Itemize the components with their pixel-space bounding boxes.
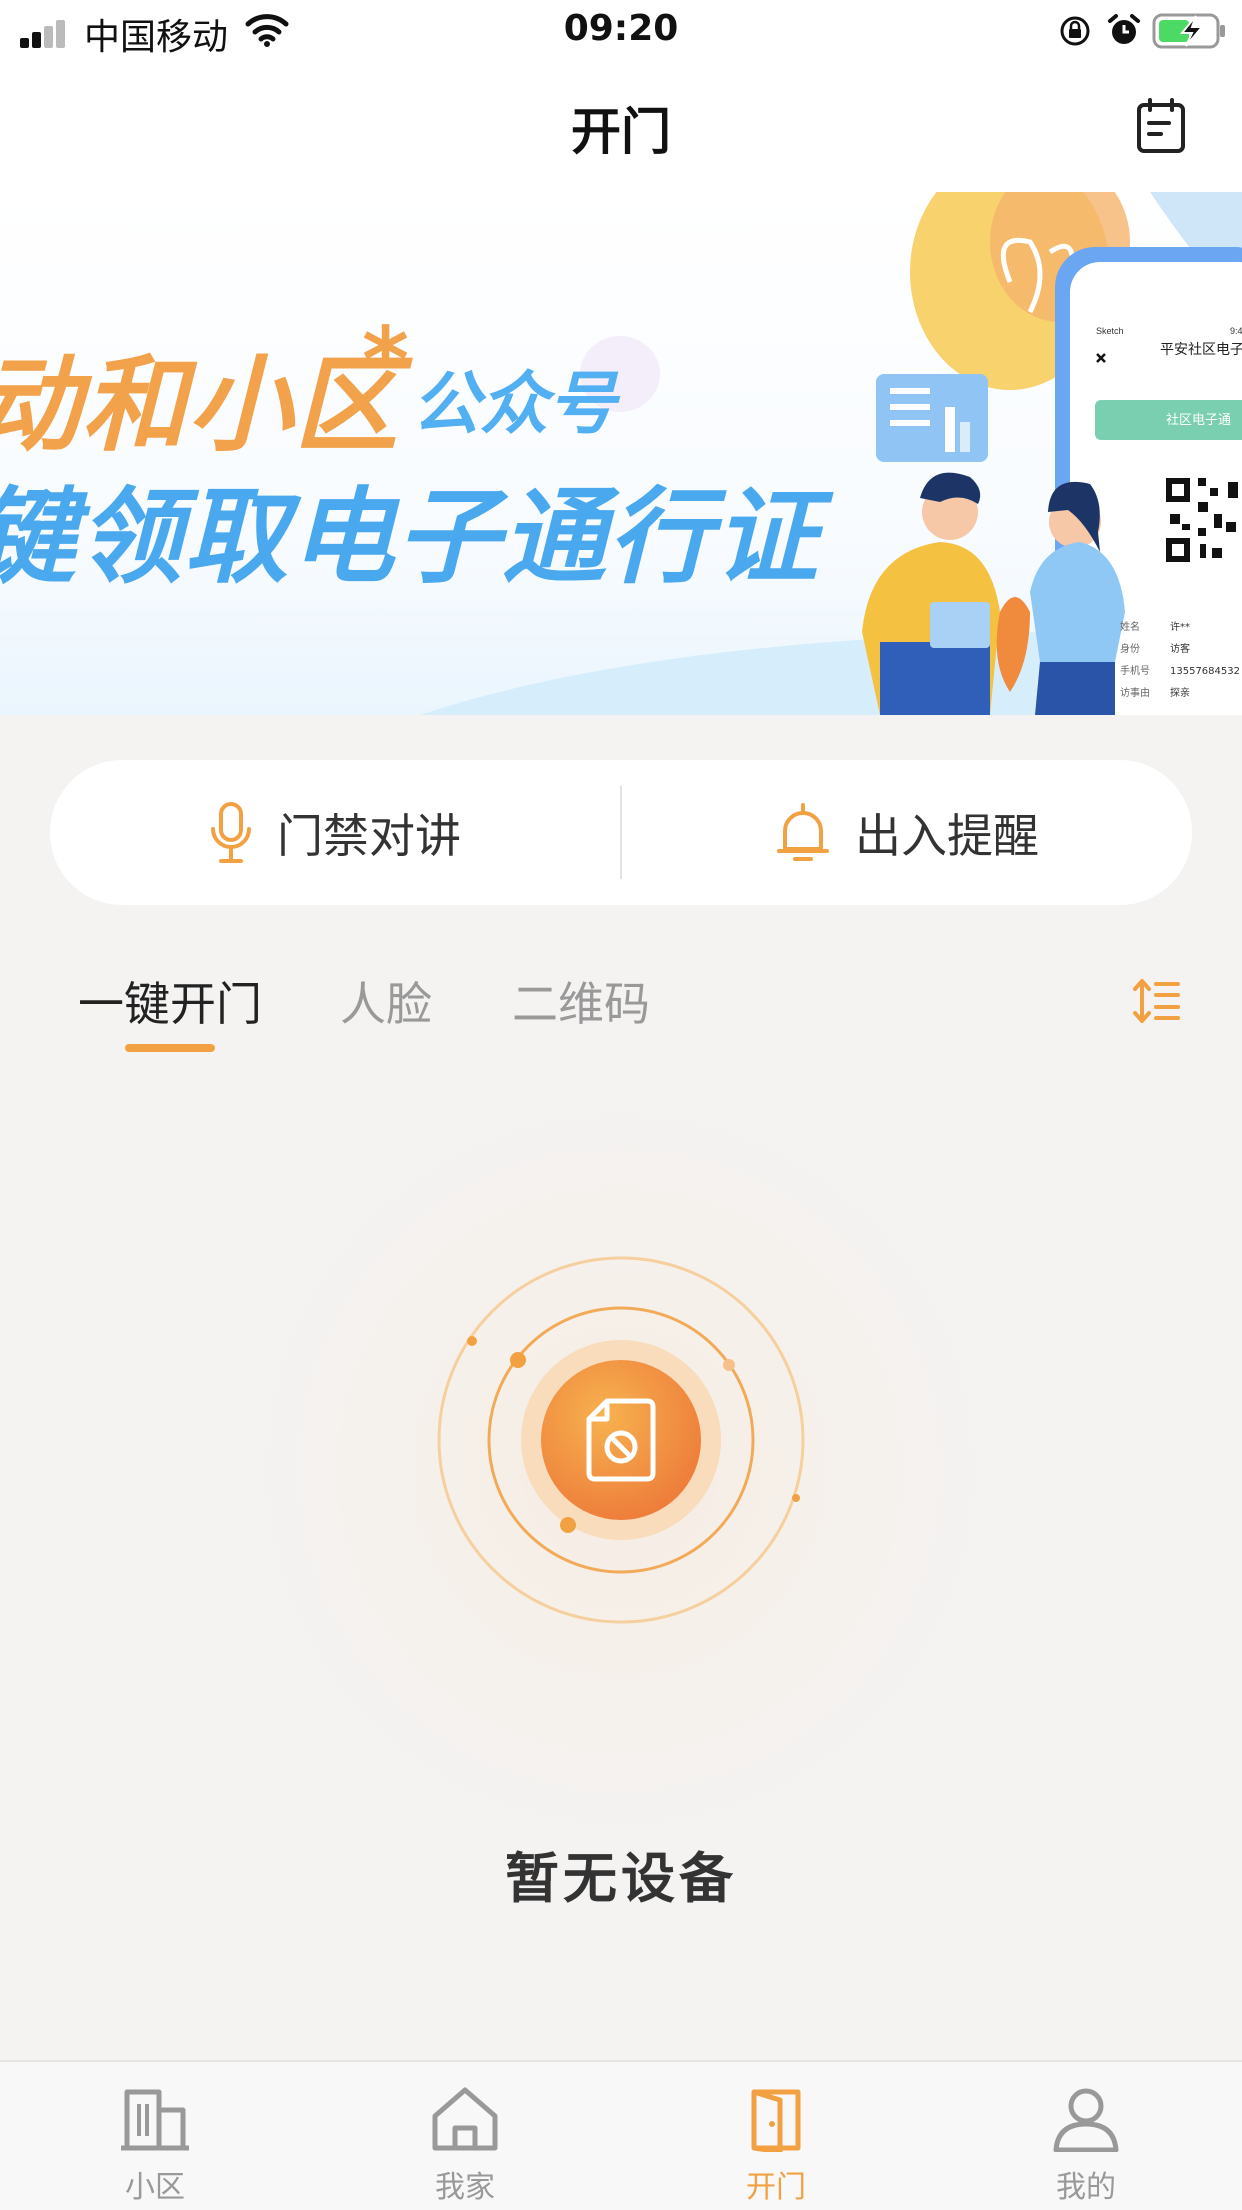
bottom-nav: 小区 我家 开门 我的 (0, 2060, 1242, 2210)
phone-field-value: 许** (1170, 621, 1190, 633)
phone-bar-text: 社区电子通 (1166, 412, 1231, 428)
banner-headline-1-suffix: 公众号 (412, 365, 617, 444)
promo-banner[interactable]: Sketch 9:41 AM 平安社区电子通 社区电子通 姓名 许** 身份 访… (0, 192, 1242, 715)
sort-icon[interactable] (1132, 976, 1182, 1026)
empty-state-text: 暂无设备 (505, 1847, 737, 1910)
phone-field-label: 手机号 (1120, 664, 1150, 677)
phone-field-label: 访事由 (1120, 686, 1150, 699)
access-reminder-button[interactable]: 出入提醒 (622, 760, 1192, 905)
quick-actions-card: 门禁对讲 出入提醒 (50, 760, 1192, 905)
no-device-icon (586, 1398, 656, 1482)
bell-icon (777, 802, 829, 861)
battery-icon (1152, 13, 1225, 49)
phone-field-label: 姓名 (1120, 620, 1140, 633)
phone-title: 平安社区电子通 (1160, 342, 1242, 358)
phone-time: 9:41 AM (1230, 326, 1242, 336)
intercom-label: 门禁对讲 (277, 808, 461, 863)
calendar-icon[interactable] (1136, 98, 1186, 154)
home-icon (432, 2087, 498, 2151)
nav-item-community[interactable]: 小区 (55, 2062, 255, 2210)
svg-text:Sketch: Sketch (1096, 326, 1124, 336)
nav-label: 我的 (1056, 2170, 1116, 2205)
nav-label: 小区 (125, 2170, 185, 2205)
tab-one-key-open[interactable]: 一键开门 (78, 968, 262, 1034)
phone-field-value: 13557684532 (1170, 666, 1240, 677)
phone-field-value: 探亲 (1170, 686, 1190, 699)
banner-headline-1: 动和小区 (0, 344, 401, 466)
nav-item-profile[interactable]: 我的 (986, 2062, 1186, 2210)
banner-headline-2: 键领取电子通行证 (0, 476, 821, 598)
phone-field-value: 访客 (1170, 642, 1190, 655)
nav-bar: 开门 (0, 64, 1242, 192)
banner-star: * (362, 308, 410, 413)
nav-label: 开门 (746, 2170, 806, 2205)
phone-field-label: 身份 (1120, 642, 1140, 655)
alarm-icon (1108, 14, 1140, 44)
user-icon (1053, 2088, 1119, 2152)
nav-item-open-door[interactable]: 开门 (676, 2062, 876, 2210)
page-title: 开门 (571, 103, 671, 161)
door-icon (751, 2089, 801, 2152)
status-time: 09:20 (563, 8, 679, 49)
intercom-button[interactable]: 门禁对讲 (50, 760, 620, 905)
tab-qrcode[interactable]: 二维码 (512, 968, 650, 1034)
active-tab-indicator (125, 1044, 215, 1052)
tab-face[interactable]: 人脸 (340, 968, 432, 1034)
status-bar: 中国移动 09:20 (0, 0, 1242, 64)
building-icon (121, 2089, 189, 2151)
access-reminder-label: 出入提醒 (855, 808, 1039, 863)
nav-label: 我家 (435, 2170, 495, 2205)
nav-item-home[interactable]: 我家 (365, 2062, 565, 2210)
rotation-lock-icon (1060, 16, 1090, 46)
microphone-icon (211, 801, 251, 863)
